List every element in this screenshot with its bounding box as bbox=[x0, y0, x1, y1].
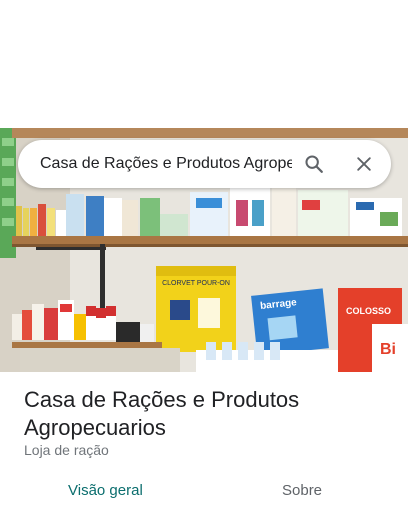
box-right-small-text: Bi bbox=[380, 341, 396, 358]
place-tabs: Visão geral Sobre bbox=[0, 478, 408, 508]
search-input[interactable] bbox=[40, 155, 292, 173]
tab-overview[interactable]: Visão geral bbox=[68, 482, 143, 499]
tab-about[interactable]: Sobre bbox=[282, 482, 322, 499]
search-bar[interactable] bbox=[18, 140, 391, 188]
place-category: Loja de ração bbox=[24, 442, 109, 458]
place-title: Casa de Rações e Produtos Agropecuarios bbox=[24, 387, 300, 440]
place-info-panel: Casa de Rações e Produtos Agropecuarios … bbox=[0, 372, 408, 499]
search-icon bbox=[305, 155, 323, 173]
box-right-text: COLOSSO bbox=[346, 306, 391, 316]
box-front-text: CLORVET POUR-ON bbox=[162, 280, 230, 287]
search-button[interactable] bbox=[298, 148, 330, 180]
close-button[interactable] bbox=[348, 148, 380, 180]
close-icon bbox=[357, 157, 371, 171]
